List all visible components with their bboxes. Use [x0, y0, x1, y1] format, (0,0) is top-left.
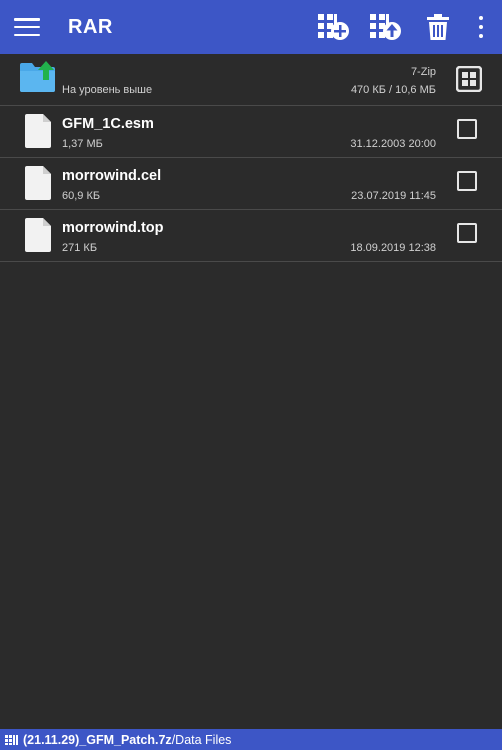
file-row[interactable]: morrowind.cel 60,9 КБ 23.07.2019 11:45	[0, 158, 502, 210]
file-name: morrowind.cel	[62, 168, 162, 184]
file-row[interactable]: GFM_1C.esm 1,37 МБ 31.12.2003 20:00	[0, 106, 502, 158]
folder-up-icon	[20, 61, 55, 92]
select-all-icon[interactable]	[456, 66, 482, 92]
file-icon	[25, 166, 51, 200]
parent-folder-row[interactable]: На уровень выше 7-Zip 470 КБ / 10,6 МБ	[0, 54, 502, 106]
file-size: 1,37 МБ	[62, 138, 103, 150]
file-name: morrowind.top	[62, 220, 164, 236]
file-date: 23.07.2019 11:45	[351, 190, 436, 202]
parent-label: На уровень выше	[62, 84, 153, 96]
file-date: 18.09.2019 12:38	[350, 242, 436, 254]
menu-icon[interactable]	[14, 15, 40, 39]
file-icon	[25, 218, 51, 252]
file-checkbox[interactable]	[457, 119, 477, 139]
archive-add-icon[interactable]	[317, 12, 350, 42]
archive-extract-icon[interactable]	[369, 12, 402, 42]
app-title: RAR	[68, 16, 113, 38]
status-folder-path: /Data Files	[171, 732, 232, 747]
archive-size-info: 470 КБ / 10,6 МБ	[350, 84, 436, 96]
file-name: GFM_1C.esm	[62, 116, 154, 132]
more-vert-icon[interactable]	[476, 16, 486, 38]
file-checkbox[interactable]	[457, 171, 477, 191]
file-date: 31.12.2003 20:00	[350, 138, 436, 150]
file-list: На уровень выше 7-Zip 470 КБ / 10,6 МБ G…	[0, 54, 502, 262]
trash-icon[interactable]	[427, 14, 449, 40]
archive-icon	[5, 734, 18, 745]
app-bar: RAR	[0, 0, 502, 54]
file-checkbox[interactable]	[457, 223, 477, 243]
file-size: 60,9 КБ	[62, 190, 101, 202]
file-row[interactable]: morrowind.top 271 КБ 18.09.2019 12:38	[0, 210, 502, 262]
file-icon	[25, 114, 51, 148]
status-bar: (21.11.29)_GFM_Patch.7z/Data Files	[0, 729, 502, 750]
status-archive-name: (21.11.29)_GFM_Patch.7z	[23, 732, 172, 747]
archive-type: 7-Zip	[410, 66, 436, 78]
file-size: 271 КБ	[62, 242, 98, 254]
